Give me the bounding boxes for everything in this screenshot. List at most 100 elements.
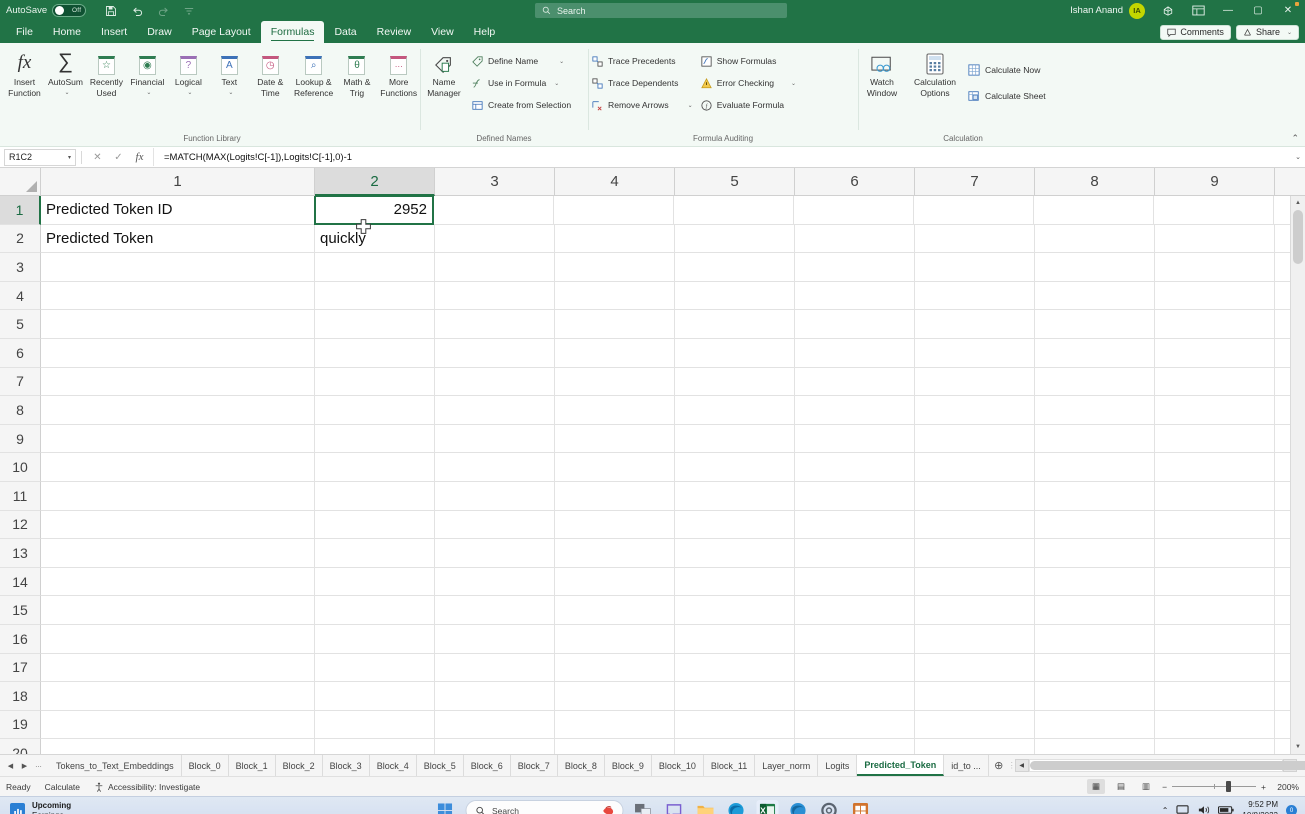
- cell-r13c1[interactable]: [41, 539, 315, 568]
- volume-icon[interactable]: [1197, 804, 1210, 814]
- accessibility-status[interactable]: Accessibility: Investigate: [94, 782, 200, 792]
- cell-r17c8[interactable]: [1035, 654, 1155, 683]
- cell-r19c7[interactable]: [915, 711, 1035, 740]
- cell-r14c6[interactable]: [795, 568, 915, 597]
- cell-r12c6[interactable]: [795, 511, 915, 540]
- excel-icon[interactable]: X: [756, 800, 778, 814]
- more-functions-button[interactable]: ⋯ More Functions: [377, 47, 420, 100]
- cell-r7c7[interactable]: [915, 368, 1035, 397]
- text-caret[interactable]: ⌄: [228, 90, 233, 98]
- cell-r9c7[interactable]: [915, 425, 1035, 454]
- network-icon[interactable]: [1176, 804, 1189, 814]
- cell-r16c8[interactable]: [1035, 625, 1155, 654]
- cell-r1c5[interactable]: [674, 196, 794, 225]
- add-sheet-button[interactable]: ⊕: [989, 755, 1009, 776]
- cell-r8c7[interactable]: [915, 396, 1035, 425]
- row-header-19[interactable]: 19: [0, 711, 41, 740]
- cell-r6c6[interactable]: [795, 339, 915, 368]
- row-header-4[interactable]: 4: [0, 282, 41, 311]
- cell-r11c6[interactable]: [795, 482, 915, 511]
- tab-draw[interactable]: Draw: [137, 21, 182, 43]
- cell-r11c5[interactable]: [675, 482, 795, 511]
- enter-icon[interactable]: ✓: [108, 148, 129, 166]
- error-checking-caret[interactable]: ⌄: [791, 80, 796, 87]
- sheet-tab-block_0[interactable]: Block_0: [182, 755, 229, 776]
- cell-r13c2[interactable]: [315, 539, 435, 568]
- name-box-caret[interactable]: ▾: [68, 154, 71, 161]
- tab-formulas[interactable]: Formulas: [261, 21, 325, 43]
- cell-r20c6[interactable]: [795, 739, 915, 754]
- cell-r17c3[interactable]: [435, 654, 555, 683]
- cell-r8c1[interactable]: [41, 396, 315, 425]
- cell-r4c5[interactable]: [675, 282, 795, 311]
- cell-r3c4[interactable]: [555, 253, 675, 282]
- cell-r17c7[interactable]: [915, 654, 1035, 683]
- cell-r4c4[interactable]: [555, 282, 675, 311]
- cell-r16c5[interactable]: [675, 625, 795, 654]
- sheet-nav-next[interactable]: ▶: [18, 762, 31, 770]
- sheet-tab-id_to ...[interactable]: id_to ...: [944, 755, 989, 776]
- sheet-nav-more[interactable]: …: [32, 762, 45, 769]
- cell-r3c6[interactable]: [795, 253, 915, 282]
- hscroll-track[interactable]: [1029, 759, 1283, 772]
- cell-r12c7[interactable]: [915, 511, 1035, 540]
- cell-r20c9[interactable]: [1155, 739, 1275, 754]
- cell-r11c4[interactable]: [555, 482, 675, 511]
- row-header-9[interactable]: 9: [0, 425, 41, 454]
- cell-r10c6[interactable]: [795, 453, 915, 482]
- cell-r3c2[interactable]: [315, 253, 435, 282]
- cell-r8c5[interactable]: [675, 396, 795, 425]
- row-header-18[interactable]: 18: [0, 682, 41, 711]
- cell-r14c2[interactable]: [315, 568, 435, 597]
- sheet-nav-prev[interactable]: ◀: [4, 762, 17, 770]
- cell-r10c9[interactable]: [1155, 453, 1275, 482]
- sheet-tab-block_8[interactable]: Block_8: [558, 755, 605, 776]
- cell-r15c2[interactable]: [315, 596, 435, 625]
- cell-r5c4[interactable]: [555, 310, 675, 339]
- cell-r13c6[interactable]: [795, 539, 915, 568]
- customize-quick-access-icon[interactable]: [176, 0, 202, 21]
- cell-r19c5[interactable]: [675, 711, 795, 740]
- logical-caret[interactable]: ⌄: [187, 90, 192, 98]
- expand-formula-bar-button[interactable]: ⌄: [1291, 153, 1305, 161]
- avatar[interactable]: IA: [1129, 3, 1145, 19]
- cell-r4c9[interactable]: [1155, 282, 1275, 311]
- cell-r18c5[interactable]: [675, 682, 795, 711]
- vertical-scroll-thumb[interactable]: [1293, 210, 1303, 264]
- cell-r12c4[interactable]: [555, 511, 675, 540]
- cell-r13c3[interactable]: [435, 539, 555, 568]
- row-header-16[interactable]: 16: [0, 625, 41, 654]
- cell-r10c5[interactable]: [675, 453, 795, 482]
- cell-r13c9[interactable]: [1155, 539, 1275, 568]
- cell-r16c2[interactable]: [315, 625, 435, 654]
- cell-r19c4[interactable]: [555, 711, 675, 740]
- cell-r5c2[interactable]: [315, 310, 435, 339]
- cell-r9c4[interactable]: [555, 425, 675, 454]
- row-header-20[interactable]: 20: [0, 739, 41, 754]
- autosave-toggle[interactable]: AutoSave Off: [6, 4, 86, 17]
- cell-r5c8[interactable]: [1035, 310, 1155, 339]
- sheet-tab-block_6[interactable]: Block_6: [464, 755, 511, 776]
- row-header-5[interactable]: 5: [0, 310, 41, 339]
- cell-r12c9[interactable]: [1155, 511, 1275, 540]
- row-header-10[interactable]: 10: [0, 453, 41, 482]
- cell-r19c8[interactable]: [1035, 711, 1155, 740]
- undo-icon[interactable]: [124, 0, 150, 21]
- row-header-12[interactable]: 12: [0, 511, 41, 540]
- select-all-corner[interactable]: [0, 168, 41, 196]
- cell-r5c5[interactable]: [675, 310, 795, 339]
- cell-r1c8[interactable]: [1034, 196, 1154, 225]
- cell-r3c9[interactable]: [1155, 253, 1275, 282]
- row-header-15[interactable]: 15: [0, 596, 41, 625]
- evaluate-formula-button[interactable]: f Evaluate Formula: [697, 94, 800, 116]
- cell-r1c4[interactable]: [554, 196, 674, 225]
- cell-r16c7[interactable]: [915, 625, 1035, 654]
- sheet-tab-block_11[interactable]: Block_11: [704, 755, 755, 776]
- hscroll-left-arrow[interactable]: ◀: [1015, 759, 1029, 772]
- cell-r5c6[interactable]: [795, 310, 915, 339]
- row-header-1[interactable]: 1: [0, 196, 41, 225]
- show-formulas-button[interactable]: Show Formulas: [697, 50, 800, 72]
- cell-r11c1[interactable]: [41, 482, 315, 511]
- cell-r6c3[interactable]: [435, 339, 555, 368]
- error-checking-button[interactable]: Error Checking ⌄: [697, 72, 800, 94]
